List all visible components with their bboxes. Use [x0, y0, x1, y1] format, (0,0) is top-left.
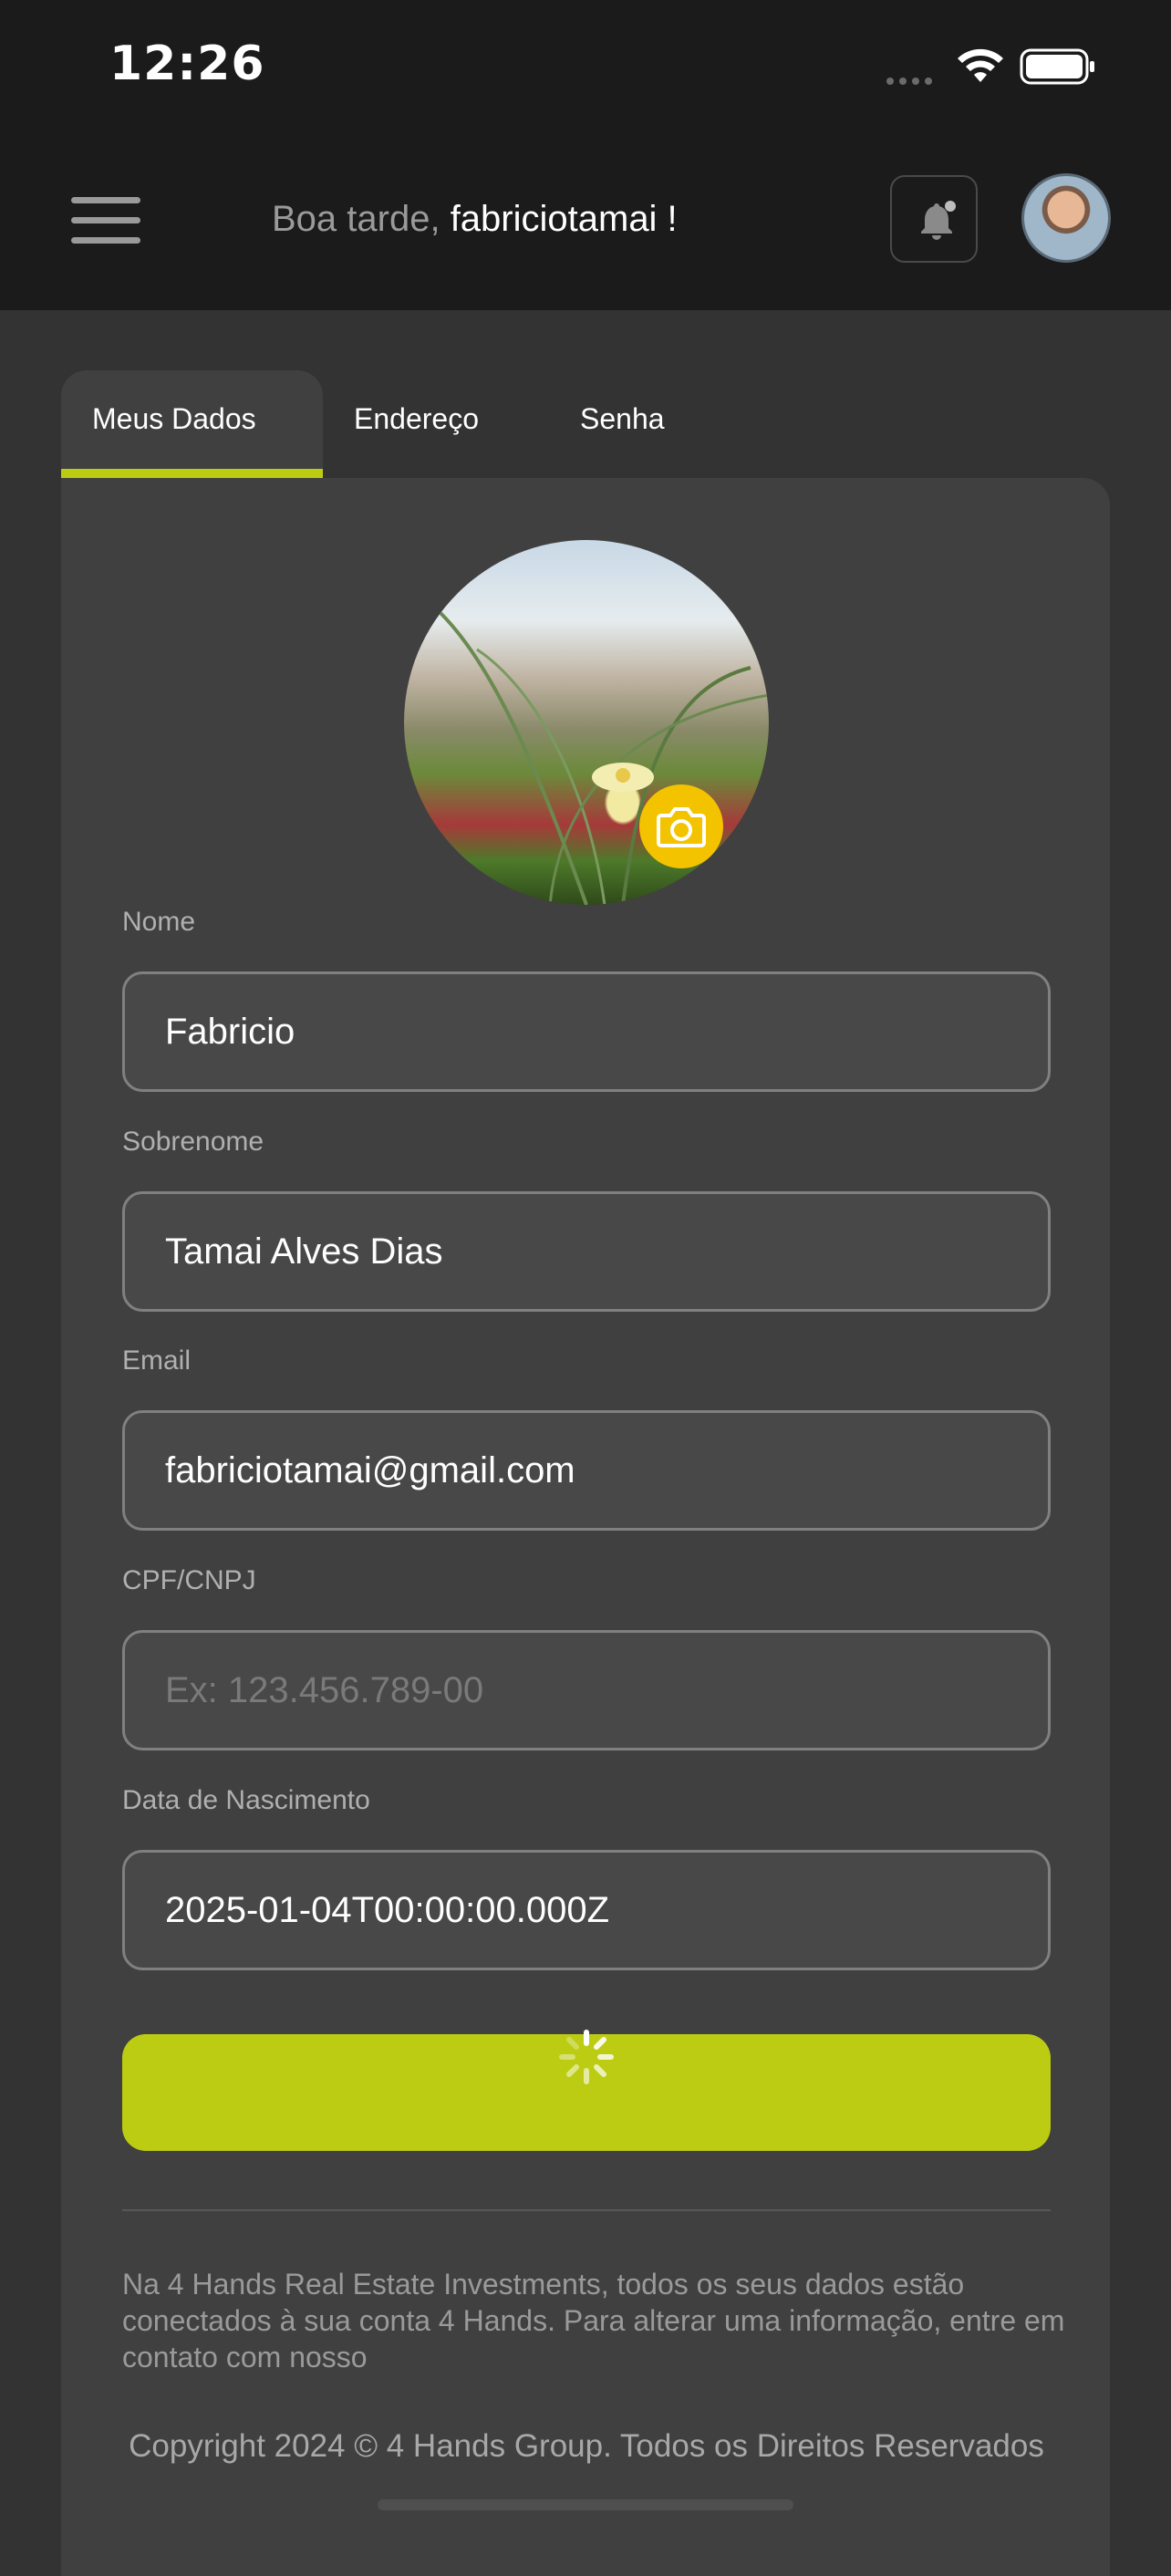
nascimento-field[interactable]: 2025-01-04T00:00:00.000Z — [122, 1850, 1051, 1970]
home-indicator — [378, 2499, 793, 2510]
section-divider — [122, 2209, 1051, 2211]
nascimento-label: Data de Nascimento — [122, 1785, 370, 1815]
nome-label: Nome — [122, 907, 196, 937]
hamburger-icon[interactable] — [71, 197, 140, 248]
greeting-prefix: Boa tarde, — [272, 199, 451, 239]
cpf-label: CPF/CNPJ — [122, 1565, 256, 1595]
greeting-username: fabriciotamai ! — [450, 199, 678, 239]
email-field[interactable]: fabriciotamai@gmail.com — [122, 1410, 1051, 1531]
tab-endereco[interactable]: Endereço — [354, 370, 479, 478]
status-bar: 12:26 — [0, 0, 1171, 137]
camera-icon — [657, 807, 706, 847]
greeting-text: Boa tarde, fabriciotamai ! — [272, 199, 678, 240]
copyright-text: Copyright 2024 © 4 Hands Group. Todos os… — [129, 2428, 1044, 2464]
cellular-signal-icon — [886, 73, 941, 85]
spinner-icon — [559, 2030, 614, 2084]
wifi-icon — [958, 48, 1003, 82]
nome-field[interactable]: Fabricio — [122, 971, 1051, 1092]
save-button[interactable] — [122, 2030, 1051, 2151]
notifications-button[interactable] — [890, 175, 978, 263]
cpf-field[interactable]: Ex: 123.456.789-00 — [122, 1630, 1051, 1750]
change-photo-button[interactable] — [639, 784, 723, 868]
app-header: Boa tarde, fabriciotamai ! — [0, 137, 1171, 310]
tab-meus-dados[interactable]: Meus Dados — [61, 370, 323, 478]
battery-icon — [1020, 48, 1094, 85]
bell-icon — [921, 201, 956, 240]
info-text: Na 4 Hands Real Estate Investments, todo… — [122, 2268, 1065, 2373]
profile-card: Nome Fabricio Sobrenome Tamai Alves Dias… — [61, 478, 1110, 2576]
status-time: 12:26 — [109, 36, 265, 91]
tab-senha[interactable]: Senha — [580, 370, 665, 478]
email-label: Email — [122, 1345, 192, 1376]
avatar[interactable] — [1021, 173, 1111, 263]
sobrenome-field[interactable]: Tamai Alves Dias — [122, 1191, 1051, 1312]
sobrenome-label: Sobrenome — [122, 1127, 264, 1157]
